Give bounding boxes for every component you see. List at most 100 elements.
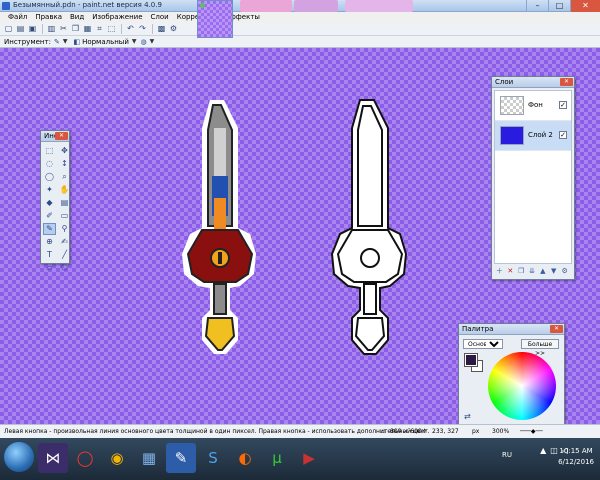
settings-icon[interactable]: ⚙	[168, 24, 179, 34]
clock[interactable]: 10:15 AM 6/12/2016	[558, 446, 594, 468]
paint-net-icon[interactable]: ✎	[166, 443, 196, 473]
rectangle-select-tool-icon[interactable]: ⬚	[44, 146, 55, 156]
paintbrush-tool-icon[interactable]: ✐	[44, 211, 55, 221]
cut-icon[interactable]: ✂	[58, 24, 69, 34]
opera-icon[interactable]: ◯	[70, 443, 100, 473]
palette-window: Палитра ✕ Основной Больше >> ⇄	[458, 323, 567, 438]
ellipse-select-tool-icon[interactable]: ◯	[44, 172, 55, 182]
image-size-text: 800 × 600	[390, 428, 422, 435]
close-icon[interactable]: ✕	[560, 78, 573, 86]
zoom-slider[interactable]: ───◆──	[520, 428, 543, 435]
add-layer-icon[interactable]: ＋	[495, 267, 504, 276]
selection-mode-icon[interactable]: ◍	[141, 38, 147, 46]
move-selection-tool-icon[interactable]: ✥	[59, 146, 70, 156]
chevron-down-icon[interactable]: ▼	[150, 38, 155, 45]
color-picker-tool-icon[interactable]: ⚲	[59, 224, 70, 234]
layer-properties-icon[interactable]: ⚙	[560, 267, 569, 276]
menu-image[interactable]: Изображение	[88, 12, 146, 23]
gradient-tool-icon[interactable]: ▤	[59, 198, 70, 208]
layer-row-layer-2[interactable]: Слой 2 ✓	[495, 121, 571, 151]
chrome-icon[interactable]: ◉	[102, 443, 132, 473]
merge-layer-icon[interactable]: ⇊	[528, 267, 537, 276]
unit-select[interactable]: px	[472, 428, 479, 435]
move-selected-icon[interactable]: ↕	[59, 159, 70, 169]
line-tool-icon[interactable]: ╱	[59, 250, 70, 260]
grid-icon[interactable]: ▩	[156, 24, 167, 34]
color-wheel[interactable]	[488, 352, 556, 420]
undo-icon[interactable]: ↶	[125, 24, 136, 34]
paint-bucket-tool-icon[interactable]: ◆	[44, 198, 55, 208]
shapes-tool-icon[interactable]: ▱	[44, 263, 55, 273]
tools-window-caption[interactable]: Инст... ✕	[41, 131, 69, 142]
pencil-icon[interactable]: ✎	[54, 38, 60, 46]
menu-layers[interactable]: Слои	[147, 12, 173, 23]
skype-icon[interactable]: S	[198, 443, 228, 473]
visual-studio-icon[interactable]: ⋈	[38, 443, 68, 473]
background-tab[interactable]	[294, 0, 338, 12]
tool-options-bar: Инструмент: ✎ ▼ ◧ Нормальный ▼ ◍ ▼	[0, 36, 600, 48]
move-layer-up-icon[interactable]: ▲	[538, 267, 547, 276]
tray-expand-icon[interactable]: ▲	[540, 446, 546, 455]
paintnet-app-icon	[2, 2, 10, 10]
zoom-tool-icon[interactable]: ⌕	[59, 172, 70, 182]
move-layer-down-icon[interactable]: ▼	[549, 267, 558, 276]
zoom-text[interactable]: 300%	[492, 428, 509, 435]
crop-icon[interactable]: ⌗	[94, 24, 105, 34]
network-icon[interactable]: ◫	[550, 446, 558, 455]
input-language[interactable]: RU	[502, 451, 512, 459]
maximize-button[interactable]: □	[548, 0, 570, 12]
menu-edit[interactable]: Правка	[31, 12, 66, 23]
window-title: Безымянный.pdn - paint.net версия 4.0.9	[13, 1, 162, 9]
background-tab[interactable]	[345, 0, 413, 12]
pan-tool-icon[interactable]: ✋	[59, 185, 70, 195]
new-icon[interactable]: ▢	[3, 24, 14, 34]
layer-visibility-checkbox[interactable]: ✓	[559, 131, 567, 139]
duplicate-layer-icon[interactable]: ❐	[517, 267, 526, 276]
background-tab[interactable]	[240, 0, 292, 12]
close-button[interactable]: ✕	[570, 0, 600, 12]
polygon-tool-icon[interactable]: ⬠	[59, 263, 70, 273]
primary-color-swatch[interactable]	[464, 353, 478, 367]
layers-buttons: ＋ ✕ ❐ ⇊ ▲ ▼ ⚙	[492, 266, 574, 277]
more-button[interactable]: Больше >>	[521, 339, 559, 357]
save-icon[interactable]: ▣	[27, 24, 38, 34]
utorrent-icon[interactable]: µ	[262, 443, 292, 473]
pencil-tool-icon[interactable]: ✎	[43, 223, 56, 235]
media-player-icon[interactable]: ▶	[294, 443, 324, 473]
delete-layer-icon[interactable]: ✕	[506, 267, 515, 276]
clone-stamp-tool-icon[interactable]: ⊕	[44, 237, 55, 247]
chevron-down-icon[interactable]: ▼	[132, 38, 137, 45]
magic-wand-tool-icon[interactable]: ✦	[44, 185, 55, 195]
palette-mode-select[interactable]: Основной	[463, 339, 503, 349]
close-icon[interactable]: ✕	[550, 325, 563, 333]
menu-file[interactable]: Файл	[4, 12, 31, 23]
copy-icon[interactable]: ❐	[70, 24, 81, 34]
text-tool-icon[interactable]: T	[44, 250, 55, 260]
close-icon[interactable]: ✕	[55, 132, 68, 140]
layer-visibility-checkbox[interactable]: ✓	[559, 101, 567, 109]
toolbar-divider	[42, 24, 43, 34]
start-button[interactable]	[4, 442, 34, 472]
cursor-position-text: 233, 327	[432, 428, 459, 435]
layer-row-background[interactable]: Фон ✓	[495, 91, 571, 121]
menu-view[interactable]: Вид	[66, 12, 88, 23]
eraser-tool-icon[interactable]: ▭	[59, 211, 70, 221]
minimize-button[interactable]: –	[526, 0, 548, 12]
deselect-icon[interactable]: ⬚	[106, 24, 117, 34]
layers-window-caption[interactable]: Слои ✕	[492, 77, 574, 88]
redo-icon[interactable]: ↷	[137, 24, 148, 34]
image-thumbnail-tab[interactable]	[197, 0, 233, 38]
explorer-icon[interactable]: ▦	[134, 443, 164, 473]
recolor-tool-icon[interactable]: ✍	[59, 237, 70, 247]
main-toolbar: ▢ ▤ ▣ ▥ ✂ ❐ ▦ ⌗ ⬚ ↶ ↷ ▩ ⚙	[0, 23, 600, 36]
firefox-icon[interactable]: ◐	[230, 443, 260, 473]
palette-window-caption[interactable]: Палитра ✕	[459, 324, 564, 335]
open-icon[interactable]: ▤	[15, 24, 26, 34]
lasso-tool-icon[interactable]: ◌	[44, 159, 55, 169]
swap-colors-icon[interactable]: ⇄	[464, 412, 471, 421]
paste-icon[interactable]: ▦	[82, 24, 93, 34]
image-status-icon	[200, 3, 205, 8]
blend-mode-select[interactable]: Нормальный	[82, 38, 129, 46]
chevron-down-icon[interactable]: ▼	[63, 38, 68, 45]
print-icon[interactable]: ▥	[46, 24, 57, 34]
